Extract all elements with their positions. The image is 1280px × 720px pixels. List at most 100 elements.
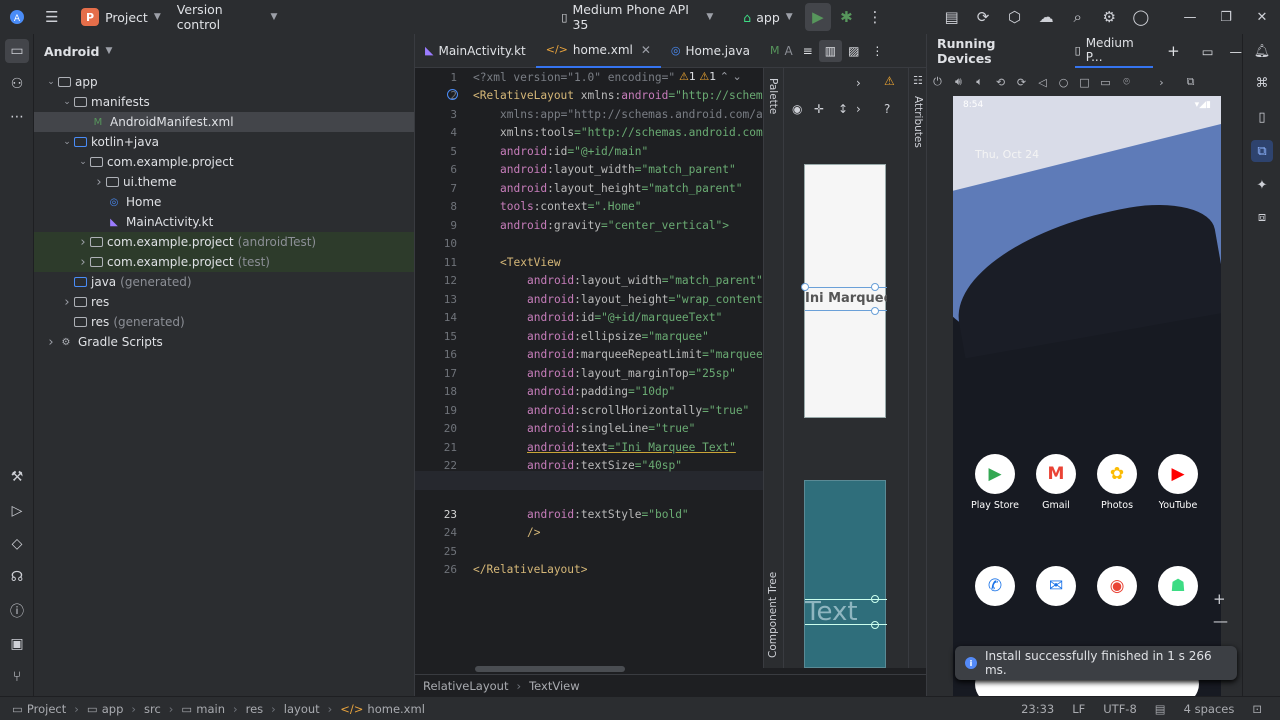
gem-icon[interactable]: ◇: [5, 532, 29, 556]
chevron-right-icon[interactable]: ›: [60, 295, 74, 310]
build-icon[interactable]: ⚒: [5, 465, 29, 489]
app-icon[interactable]: ✿ Photos: [1089, 454, 1145, 511]
line-separator[interactable]: LF: [1072, 702, 1085, 716]
design-view-icon[interactable]: ▨: [842, 34, 865, 68]
main-menu-icon[interactable]: ☰: [39, 3, 66, 31]
fold-icon[interactable]: ▭: [1095, 76, 1116, 89]
tree-item[interactable]: › ui.theme: [34, 172, 414, 192]
help-icon[interactable]: ?: [884, 102, 890, 116]
breadcrumb-item[interactable]: src: [144, 702, 161, 716]
back-icon[interactable]: ◁: [1032, 76, 1053, 89]
chevron-right-icon[interactable]: ›: [856, 102, 861, 116]
split-view-icon[interactable]: ▥: [818, 39, 843, 62]
chevron-right-icon[interactable]: ›: [44, 335, 58, 350]
mirror-icon[interactable]: ⧉: [1180, 75, 1201, 89]
run-tool-icon[interactable]: ▷: [5, 499, 29, 523]
device-manager-icon[interactable]: ▤: [938, 3, 965, 31]
project-selector[interactable]: P Project ▼: [75, 4, 167, 30]
volume-up-icon[interactable]: 🔊︎: [948, 75, 969, 89]
zoom-out-icon[interactable]: —: [1213, 612, 1228, 630]
chevron-right-icon[interactable]: ›: [76, 235, 90, 250]
warning-icon[interactable]: ⚠: [884, 74, 895, 88]
attributes-grip-icon[interactable]: ☷: [913, 74, 923, 87]
selection-handle[interactable]: [871, 621, 879, 629]
power-icon[interactable]: ⏻: [927, 75, 948, 89]
breadcrumb-item[interactable]: RelativeLayout: [423, 679, 508, 693]
tree-item[interactable]: ◎ Home: [34, 192, 414, 212]
gear-icon[interactable]: ⚙: [1096, 3, 1123, 31]
run-icon[interactable]: ▶: [804, 3, 832, 31]
app-icon[interactable]: ▶ Play Store: [967, 454, 1023, 511]
component-tree-label[interactable]: Component Tree: [767, 572, 779, 658]
sdk-manager-icon[interactable]: ⬡: [1001, 3, 1028, 31]
warning-indicator[interactable]: ⚠1 ⚠1 ⌃ ⌄: [679, 70, 742, 83]
editor-more-icon[interactable]: ⋮: [865, 34, 889, 68]
minimize-panel-icon[interactable]: —: [1230, 44, 1243, 59]
app-icon[interactable]: ✉: [1028, 566, 1084, 612]
pan-icon[interactable]: ✛: [814, 102, 824, 116]
problems-icon[interactable]: ⓘ: [5, 599, 29, 623]
device-mirroring-icon[interactable]: ⧈: [1251, 206, 1273, 228]
chevron-right-icon[interactable]: ›: [76, 255, 90, 270]
debug-icon[interactable]: ✱: [833, 3, 860, 31]
tab-list-icon[interactable]: ≡: [797, 34, 819, 68]
more-tools-icon[interactable]: ⋯: [5, 105, 29, 129]
app-icon[interactable]: ✆: [967, 566, 1023, 612]
eye-icon[interactable]: ◉: [792, 102, 802, 116]
tree-item[interactable]: java (generated): [34, 272, 414, 292]
indent-setting[interactable]: 4 spaces: [1184, 702, 1235, 716]
tab-home-xml[interactable]: </> home.xml ✕: [535, 34, 661, 68]
selection-handle[interactable]: [871, 595, 879, 603]
notifications-icon[interactable]: 🔔︎: [1251, 40, 1273, 62]
logcat-icon[interactable]: ☊: [5, 565, 29, 589]
run-config-selector[interactable]: ⌂ app ▼: [737, 4, 798, 30]
close-tab-icon[interactable]: ✕: [641, 43, 651, 57]
tree-item[interactable]: res (generated): [34, 312, 414, 332]
version-control-menu[interactable]: Version control ▼: [171, 2, 284, 32]
minimize-button[interactable]: —: [1172, 0, 1208, 34]
tree-item[interactable]: ⌄ app: [34, 72, 414, 92]
chevron-down-icon[interactable]: ⌄: [60, 97, 74, 107]
app-icon[interactable]: M Gmail: [1028, 454, 1084, 511]
chevron-right-icon[interactable]: ›: [1151, 76, 1172, 89]
lock-icon[interactable]: ⊡: [1252, 702, 1262, 716]
chevron-down-icon[interactable]: ⌄: [60, 137, 74, 147]
add-device-icon[interactable]: +: [1167, 42, 1180, 60]
rotate-right-icon[interactable]: ⟳: [1011, 76, 1032, 89]
tree-item[interactable]: › res: [34, 292, 414, 312]
selection-handle[interactable]: [801, 283, 809, 291]
sync-icon[interactable]: ⟳: [970, 3, 997, 31]
breadcrumb-item[interactable]: layout: [284, 702, 320, 716]
chevron-right-icon[interactable]: ›: [92, 175, 106, 190]
selection-handle[interactable]: [871, 307, 879, 315]
editorconfig-icon[interactable]: ▤: [1155, 702, 1166, 716]
breadcrumb-item[interactable]: Project: [27, 702, 66, 716]
gradle-icon[interactable]: ⌘: [1251, 72, 1273, 94]
breadcrumb-item[interactable]: res: [246, 702, 264, 716]
more-actions-icon[interactable]: ⋮: [862, 3, 889, 31]
screenshot-icon[interactable]: ⌾: [1116, 75, 1137, 89]
blueprint-preview-screen[interactable]: Text: [804, 480, 887, 668]
restore-button[interactable]: ❐: [1208, 0, 1244, 34]
tree-item[interactable]: ◣ MainActivity.kt: [34, 212, 414, 232]
git-icon[interactable]: ⑂: [5, 665, 29, 689]
home-icon[interactable]: ○: [1053, 76, 1074, 89]
vertical-resize-icon[interactable]: ↕: [838, 102, 848, 116]
tree-item[interactable]: ⌄ com.example.project: [34, 152, 414, 172]
device-file-icon[interactable]: ▯: [1251, 106, 1273, 128]
code-editor[interactable]: <?xml version="1.0" encoding=" ⚠1 ⚠1 ⌃ ⌄…: [473, 68, 763, 668]
tree-item[interactable]: › ⚙ Gradle Scripts: [34, 332, 414, 352]
overview-icon[interactable]: □: [1074, 76, 1095, 89]
search-icon[interactable]: ⌕: [1064, 3, 1091, 31]
file-encoding[interactable]: UTF-8: [1103, 702, 1137, 716]
attributes-label[interactable]: Attributes: [912, 96, 924, 148]
chevron-down-icon[interactable]: ⌄: [76, 157, 90, 167]
terminal-icon[interactable]: ▣: [5, 632, 29, 656]
breadcrumb-item[interactable]: home.xml: [367, 702, 424, 716]
tree-item[interactable]: › com.example.project (androidTest): [34, 232, 414, 252]
tree-item[interactable]: ⌄ manifests: [34, 92, 414, 112]
running-devices-tool-icon[interactable]: ⧉: [1251, 140, 1273, 162]
volume-down-icon[interactable]: 🔈︎: [969, 75, 990, 89]
project-view-selector[interactable]: Android ▼: [34, 34, 414, 68]
tab-manifest[interactable]: MA: [760, 34, 797, 68]
